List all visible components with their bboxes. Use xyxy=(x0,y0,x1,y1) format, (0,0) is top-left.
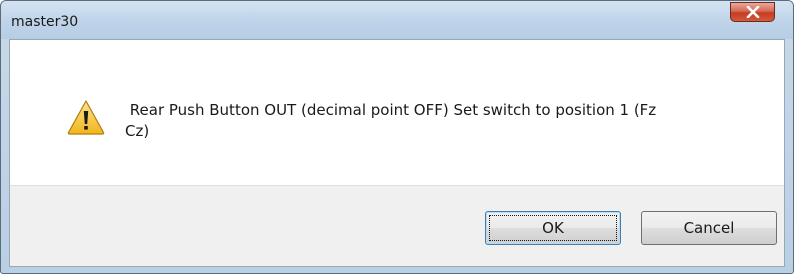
cancel-button-label: Cancel xyxy=(683,219,735,237)
focus-ring xyxy=(489,215,617,241)
message-area: Rear Push Button OUT (decimal point OFF)… xyxy=(10,40,784,185)
close-icon xyxy=(746,6,759,18)
ok-button[interactable]: OK xyxy=(485,211,621,245)
dialog-window: master30 Rear Push Button OUT (decimal p… xyxy=(0,0,794,274)
dialog-message: Rear Push Button OUT (decimal point OFF)… xyxy=(125,101,657,140)
button-bar: OK Cancel xyxy=(10,185,784,266)
warning-icon xyxy=(67,100,105,135)
window-title: master30 xyxy=(11,14,79,30)
cancel-button[interactable]: Cancel xyxy=(641,211,777,245)
title-bar[interactable]: master30 xyxy=(1,1,793,39)
dialog-client: Rear Push Button OUT (decimal point OFF)… xyxy=(9,39,785,267)
close-button[interactable] xyxy=(730,2,775,22)
